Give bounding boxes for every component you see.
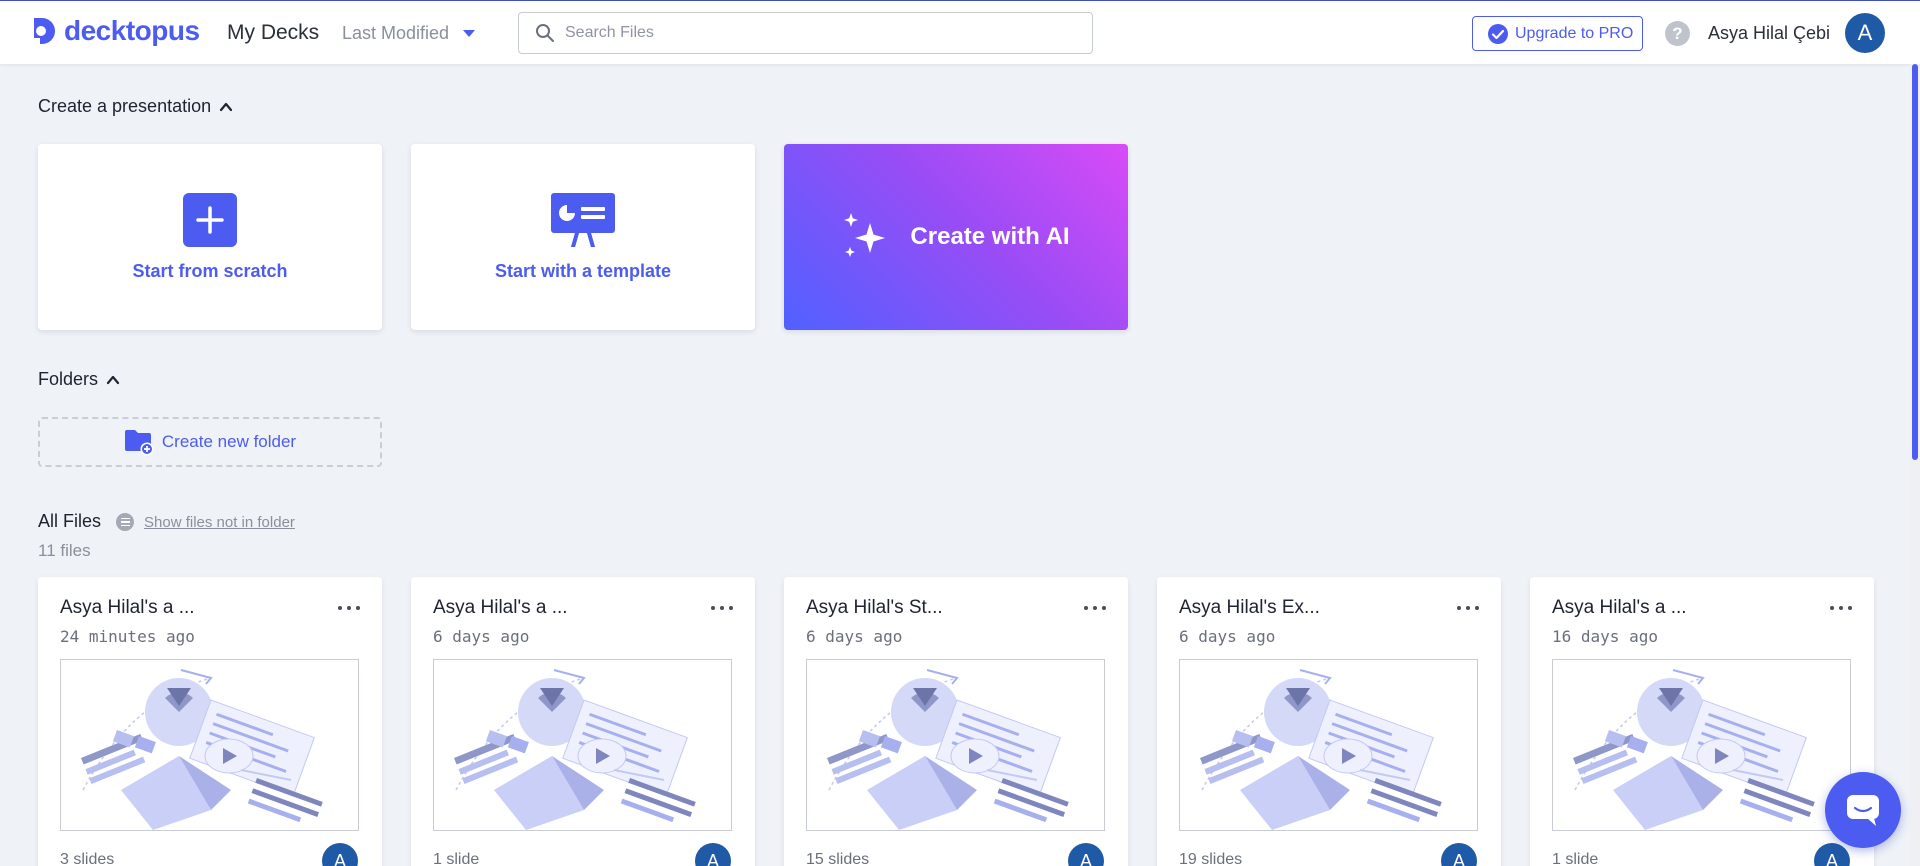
file-card[interactable]: Asya Hilal's Ex... 6 days ago 19 slides … xyxy=(1157,577,1501,866)
file-count: 11 files xyxy=(38,541,91,560)
file-modified-time: 6 days ago xyxy=(1179,627,1276,646)
file-modified-time: 6 days ago xyxy=(433,627,530,646)
file-title[interactable]: Asya Hilal's Ex... xyxy=(1179,597,1320,619)
sort-label: Last Modified xyxy=(342,23,450,43)
user-name[interactable]: Asya Hilal Çebi xyxy=(1708,23,1830,44)
slide-count: 15 slides xyxy=(806,851,870,866)
start-with-template-card[interactable]: Start with a template xyxy=(411,144,755,330)
avatar: A xyxy=(322,843,358,866)
create-section-header[interactable]: Create a presentation xyxy=(38,96,233,117)
file-card[interactable]: Asya Hilal's St... 6 days ago 15 slides … xyxy=(784,577,1128,866)
verified-badge-icon xyxy=(1488,23,1508,44)
start-with-template-label: Start with a template xyxy=(494,260,672,281)
more-horizontal-icon[interactable] xyxy=(1457,603,1479,613)
avatar: A xyxy=(1814,843,1850,866)
file-card[interactable]: Asya Hilal's a ... 6 days ago 1 slide A xyxy=(411,577,755,866)
list-icon xyxy=(116,513,134,531)
avatar: A xyxy=(695,843,731,866)
file-card[interactable]: Asya Hilal's a ... 24 minutes ago 3 slid… xyxy=(38,577,382,866)
file-modified-time: 16 days ago xyxy=(1552,627,1658,646)
more-horizontal-icon[interactable] xyxy=(338,603,360,613)
decktopus-logo-icon xyxy=(32,18,55,44)
more-horizontal-icon[interactable] xyxy=(1084,603,1106,613)
chat-widget-button[interactable] xyxy=(1825,772,1901,848)
sparkles-icon xyxy=(844,213,886,257)
more-horizontal-icon[interactable] xyxy=(711,603,733,613)
create-with-ai-card[interactable]: Create with AI xyxy=(784,144,1128,330)
avatar: A xyxy=(1068,843,1104,866)
file-thumbnail[interactable] xyxy=(806,659,1105,831)
scrollbar-thumb[interactable] xyxy=(1912,64,1918,460)
show-files-label: Show files not in folder xyxy=(144,513,295,531)
upgrade-button[interactable]: Upgrade to PRO xyxy=(1472,16,1643,51)
file-title[interactable]: Asya Hilal's St... xyxy=(806,597,943,619)
search-box[interactable] xyxy=(518,12,1093,54)
presentation-board-icon xyxy=(551,192,615,247)
slide-count: 3 slides xyxy=(60,851,115,866)
avatar: A xyxy=(1441,843,1477,866)
top-header: decktopus My Decks Last Modified Upgrade… xyxy=(0,0,1920,64)
file-thumbnail[interactable] xyxy=(433,659,732,831)
file-thumbnail[interactable] xyxy=(1552,659,1851,831)
plus-icon xyxy=(183,192,237,247)
file-modified-time: 24 minutes ago xyxy=(60,627,195,646)
start-from-scratch-card[interactable]: Start from scratch xyxy=(38,144,382,330)
show-files-not-in-folder-link[interactable]: Show files not in folder xyxy=(116,513,295,531)
brand-name: decktopus xyxy=(64,15,200,46)
create-new-folder-button[interactable]: Create new folder xyxy=(38,417,382,467)
caret-down-icon xyxy=(463,30,476,37)
chevron-up-icon xyxy=(106,375,120,384)
help-icon[interactable]: ? xyxy=(1665,21,1690,46)
chat-icon xyxy=(1847,795,1879,826)
folders-section-title: Folders xyxy=(38,369,99,389)
brand-logo[interactable]: decktopus xyxy=(30,15,200,47)
file-title[interactable]: Asya Hilal's a ... xyxy=(60,597,195,619)
folder-add-icon xyxy=(124,430,154,456)
search-icon xyxy=(536,24,554,42)
avatar[interactable]: A xyxy=(1845,13,1885,53)
create-new-folder-label: Create new folder xyxy=(161,432,297,451)
file-card[interactable]: Asya Hilal's a ... 16 days ago 1 slide A xyxy=(1530,577,1874,866)
create-with-ai-label: Create with AI xyxy=(910,223,1070,250)
file-thumbnail[interactable] xyxy=(1179,659,1478,831)
start-from-scratch-label: Start from scratch xyxy=(132,260,288,281)
all-files-title: All Files xyxy=(38,511,102,531)
file-thumbnail[interactable] xyxy=(60,659,359,831)
file-title[interactable]: Asya Hilal's a ... xyxy=(433,597,568,619)
folders-section-header[interactable]: Folders xyxy=(38,369,120,390)
create-section-title: Create a presentation xyxy=(38,96,212,116)
slide-count: 1 slide xyxy=(1552,851,1599,866)
upgrade-label: Upgrade to PRO xyxy=(1515,24,1634,42)
search-input[interactable] xyxy=(565,24,1065,42)
sort-dropdown[interactable]: Last Modified xyxy=(342,23,476,44)
slide-count: 19 slides xyxy=(1179,851,1243,866)
more-horizontal-icon[interactable] xyxy=(1830,603,1852,613)
file-title[interactable]: Asya Hilal's a ... xyxy=(1552,597,1687,619)
page-title: My Decks xyxy=(227,21,320,44)
chevron-up-icon xyxy=(220,102,233,111)
slide-count: 1 slide xyxy=(433,851,480,866)
file-modified-time: 6 days ago xyxy=(806,627,903,646)
